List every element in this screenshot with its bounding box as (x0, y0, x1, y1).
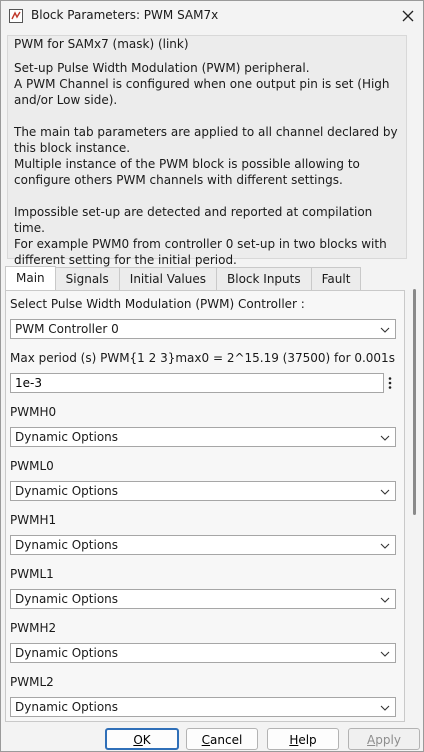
chevron-down-icon (380, 597, 390, 603)
pwml2-label: PWML2 (10, 675, 54, 689)
main-tab-panel: Select Pulse Width Modulation (PWM) Cont… (5, 290, 405, 722)
pwml1-value: Dynamic Options (15, 592, 119, 606)
ok-button[interactable]: OK (105, 728, 179, 750)
close-button[interactable] (393, 1, 423, 31)
controller-select[interactable]: PWM Controller 0 (10, 319, 396, 339)
pwmh2-label: PWMH2 (10, 621, 57, 635)
pwmh1-value: Dynamic Options (15, 538, 119, 552)
dialog-window: Block Parameters: PWM SAM7x PWM for SAMx… (0, 0, 424, 752)
chevron-down-icon (380, 489, 390, 495)
controller-value: PWM Controller 0 (15, 322, 119, 336)
pwmh0-label: PWMH0 (10, 405, 57, 419)
max-period-label: Max period (s) PWM{1 2 3}max0 = 2^15.19 … (10, 351, 395, 365)
more-options-icon[interactable] (385, 373, 395, 393)
chevron-down-icon (380, 651, 390, 657)
pwml2-value: Dynamic Options (15, 700, 119, 714)
mask-title: PWM for SAMx7 (mask) (link) (14, 37, 189, 51)
tab-block-inputs[interactable]: Block Inputs (216, 267, 312, 290)
pwmh0-select[interactable]: Dynamic Options (10, 427, 396, 447)
pwmh1-select[interactable]: Dynamic Options (10, 535, 396, 555)
pwmh2-select[interactable]: Dynamic Options (10, 643, 396, 663)
tab-main[interactable]: Main (5, 266, 56, 291)
cancel-button[interactable]: Cancel (186, 728, 258, 750)
max-period-input[interactable] (10, 373, 384, 393)
mask-description: PWM for SAMx7 (mask) (link) Set-up Pulse… (7, 35, 407, 267)
pwmh0-value: Dynamic Options (15, 430, 119, 444)
apply-button[interactable]: Apply (348, 728, 420, 750)
pwml1-label: PWML1 (10, 567, 54, 581)
window-title: Block Parameters: PWM SAM7x (31, 8, 219, 22)
chevron-down-icon (380, 705, 390, 711)
chevron-down-icon (380, 435, 390, 441)
help-button[interactable]: Help (267, 728, 339, 750)
close-icon (402, 10, 414, 22)
pwmh2-value: Dynamic Options (15, 646, 119, 660)
pwml1-select[interactable]: Dynamic Options (10, 589, 396, 609)
pwml0-value: Dynamic Options (15, 484, 119, 498)
tab-signals[interactable]: Signals (54, 267, 120, 290)
title-bar: Block Parameters: PWM SAM7x (1, 1, 423, 32)
chevron-down-icon (380, 543, 390, 549)
chevron-down-icon (380, 327, 390, 333)
tab-bar: Main Signals Initial Values Block Inputs… (5, 266, 362, 291)
pwmh1-label: PWMH1 (10, 513, 57, 527)
pwml0-select[interactable]: Dynamic Options (10, 481, 396, 501)
description-text: Set-up Pulse Width Modulation (PWM) peri… (14, 61, 398, 267)
pwml0-label: PWML0 (10, 459, 54, 473)
tab-fault[interactable]: Fault (310, 267, 362, 290)
vertical-scrollbar[interactable] (413, 289, 417, 719)
block-parameters-icon (9, 9, 23, 23)
scrollbar-thumb[interactable] (413, 289, 416, 515)
pwml2-select[interactable]: Dynamic Options (10, 697, 396, 717)
controller-label: Select Pulse Width Modulation (PWM) Cont… (10, 297, 305, 311)
tab-initial-values[interactable]: Initial Values (118, 267, 218, 290)
